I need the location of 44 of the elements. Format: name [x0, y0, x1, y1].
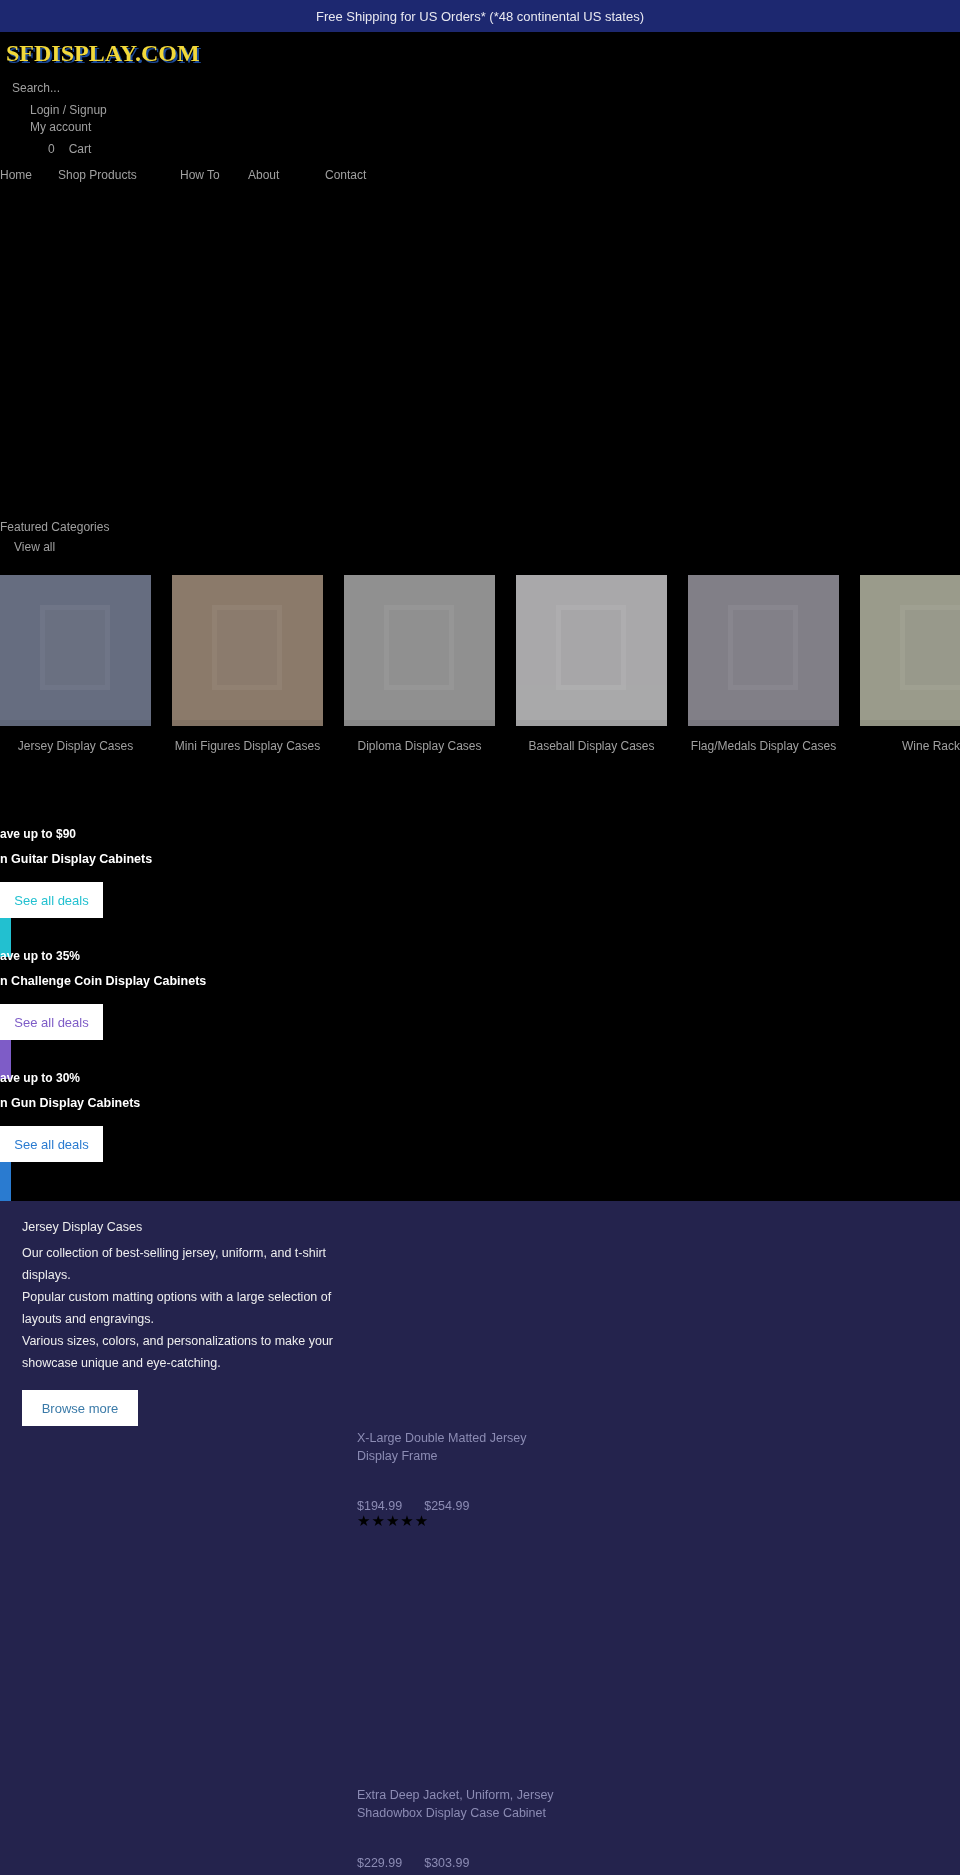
- nav-link[interactable]: Contact: [325, 168, 367, 182]
- star-icon: ★: [371, 1514, 385, 1528]
- product-title[interactable]: Extra Deep Jacket, Uniform, Jersey Shadowbox Display Case Cabinet: [357, 1786, 557, 1822]
- logo[interactable]: SFDISPLAY.COM: [6, 38, 200, 68]
- star-icon: ★: [414, 1514, 429, 1528]
- category-link[interactable]: Diploma Display Cases: [357, 739, 482, 753]
- account-link[interactable]: My account: [30, 120, 92, 134]
- nav-link[interactable]: About: [248, 168, 325, 182]
- star-icon: ★: [400, 1514, 414, 1528]
- announcement-text: Free Shipping for US Orders* (*48 continental US states): [315, 8, 644, 24]
- section-title: Featured Categories: [0, 520, 111, 534]
- deal-subtitle: n Guitar Display Cabinets: [0, 852, 153, 867]
- nav-link[interactable]: Shop Products: [58, 168, 180, 182]
- star-icon: ★: [357, 1514, 371, 1528]
- category-link[interactable]: Flag/Medals Display Cases: [690, 739, 837, 753]
- category-link[interactable]: Jersey Display Cases: [17, 739, 134, 753]
- compare-price: $254.99: [424, 1499, 470, 1513]
- product-price: $229.99: [357, 1856, 403, 1870]
- category-link[interactable]: Mini Figures Display Cases: [174, 739, 321, 753]
- deal-headline: ave up to $90: [0, 827, 77, 841]
- category-link[interactable]: Wine Rack: [902, 739, 960, 753]
- nav-link[interactable]: Home: [0, 168, 58, 182]
- compare-price: $303.99: [424, 1856, 470, 1870]
- browse-more-button[interactable]: Browse more: [22, 1390, 138, 1426]
- collection-title: Jersey Display Cases: [22, 1219, 144, 1235]
- deal-headline: ave up to 30%: [0, 1071, 81, 1085]
- product-price: $194.99: [357, 1499, 403, 1513]
- account-link[interactable]: Login / Signup: [30, 103, 107, 117]
- collection-description: Various sizes, colors, and personalizations to make your showcase unique and eye-catching.: [22, 1333, 335, 1372]
- cart-count: 0: [48, 142, 55, 156]
- cart-link[interactable]: Cart: [68, 142, 92, 156]
- deal-subtitle: n Challenge Coin Display Cabinets: [0, 974, 207, 989]
- product-title[interactable]: X-Large Double Matted Jersey Display Frame: [357, 1429, 557, 1465]
- nav-link[interactable]: How To: [180, 168, 248, 182]
- see-deals-button[interactable]: See all deals: [0, 1126, 103, 1162]
- collection-description: Our collection of best-selling jersey, uniform, and t-shirt displays.: [22, 1245, 328, 1284]
- deal-subtitle: n Gun Display Cabinets: [0, 1096, 141, 1111]
- search-field[interactable]: Search...: [12, 80, 132, 95]
- star-icon: ★: [385, 1514, 400, 1528]
- deal-headline: ave up to 35%: [0, 949, 81, 963]
- collection-description: Popular custom matting options with a large selection of layouts and engravings.: [22, 1289, 333, 1328]
- see-deals-button[interactable]: See all deals: [0, 1004, 103, 1040]
- view-all-link[interactable]: View all: [14, 540, 56, 554]
- category-link[interactable]: Baseball Display Cases: [528, 739, 655, 753]
